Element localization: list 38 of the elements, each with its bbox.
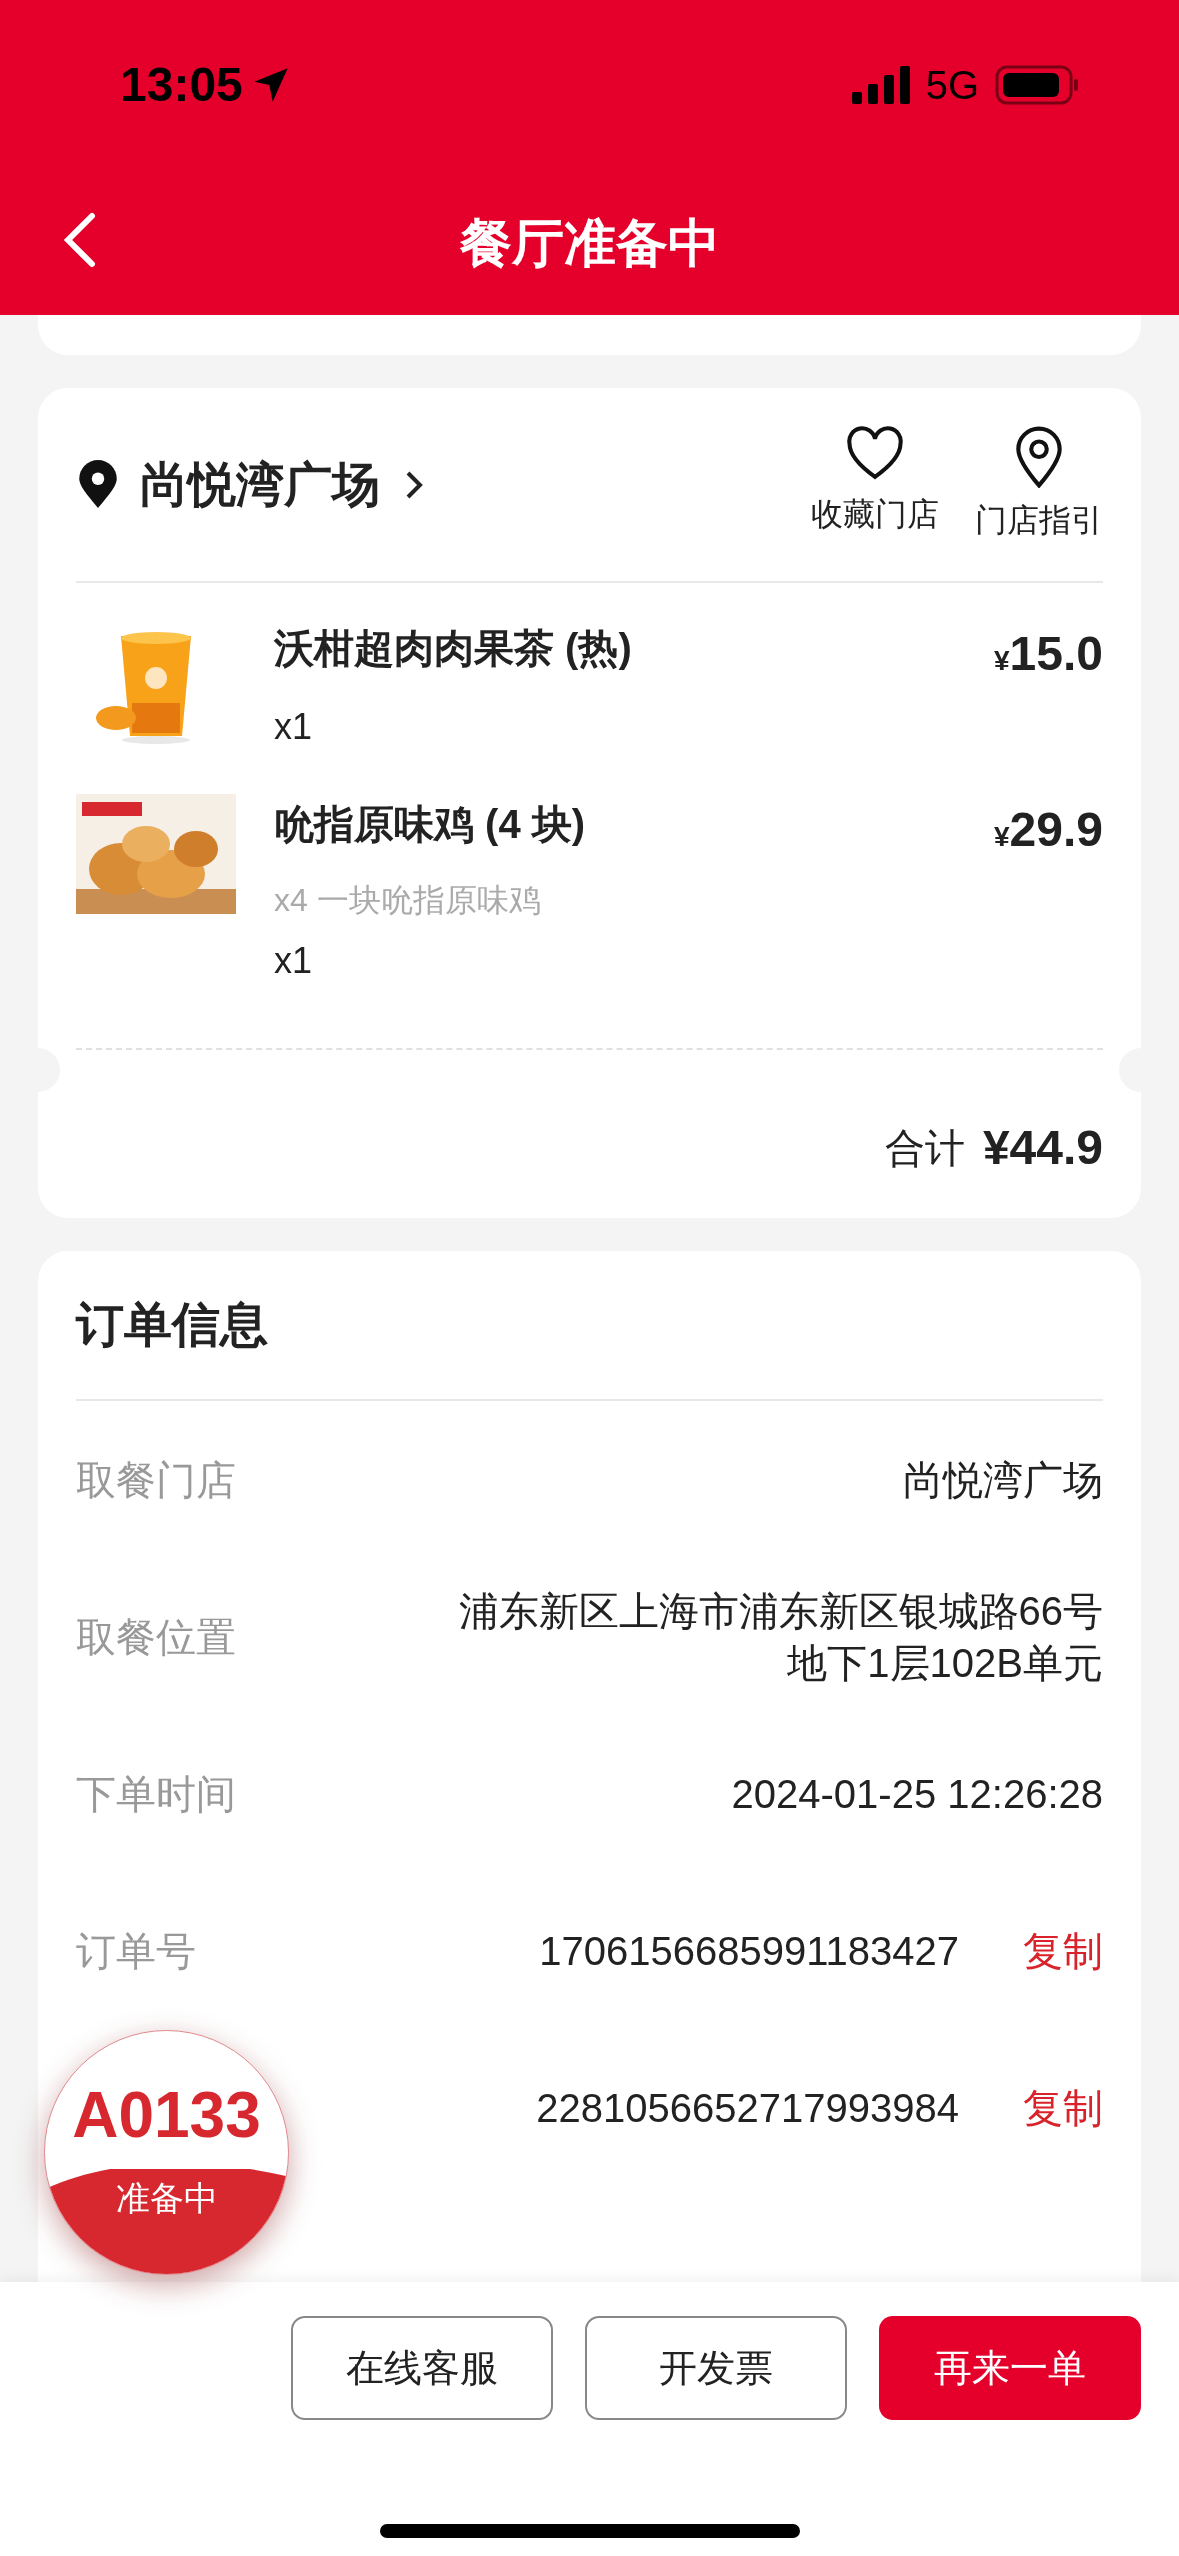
- action-button[interactable]: 开发票: [585, 2316, 847, 2420]
- info-value: 2024-01-25 12:26:28: [731, 1770, 1103, 1818]
- item-quantity: x1: [274, 705, 314, 749]
- battery-icon: [995, 65, 1079, 105]
- location-pin-icon: [76, 459, 120, 510]
- info-value: 2281056652717993984: [536, 2084, 959, 2132]
- total-label: 合计: [884, 1125, 965, 1172]
- page-title: 餐厅准备中: [459, 212, 720, 274]
- item-name: 吮指原味鸡 (4 块): [274, 801, 586, 848]
- info-value: 1706156685991183427: [539, 1927, 959, 1975]
- store-action-button[interactable]: 收藏门店: [811, 425, 939, 544]
- copy-link[interactable]: 复制: [1023, 1920, 1103, 1981]
- currency-sign: ¥: [994, 821, 1010, 854]
- item-options: x4 一块吮指原味鸡: [274, 876, 1103, 924]
- network-label: 5G: [925, 62, 979, 109]
- info-value: 浦东新区上海市浦东新区银城路66号地下1层102B单元: [457, 1587, 1103, 1687]
- action-button[interactable]: 在线客服: [291, 2316, 553, 2420]
- item-price: 15.0: [1009, 626, 1103, 682]
- item-price: 29.9: [1009, 802, 1103, 858]
- section-title: 订单信息: [76, 1297, 268, 1353]
- order-status: 准备中: [115, 2178, 218, 2219]
- signal-icon: [851, 66, 910, 104]
- total-amount: ¥44.9: [982, 1120, 1103, 1176]
- item-quantity: x1: [274, 939, 314, 983]
- info-label: 取餐门店: [76, 1456, 236, 1504]
- info-label: 订单号: [76, 1927, 196, 1975]
- currency-sign: ¥: [994, 645, 1010, 678]
- info-label: 取餐位置: [76, 1613, 236, 1661]
- action-button[interactable]: 再来一单: [879, 2316, 1141, 2420]
- status-time: 13:05: [120, 57, 243, 113]
- store-name-link[interactable]: 尚悦湾广场: [140, 448, 424, 521]
- item-name: 沃柑超肉肉果茶 (热): [274, 625, 632, 672]
- pickup-code: A0133: [72, 2083, 261, 2147]
- copy-link[interactable]: 复制: [1023, 2077, 1103, 2138]
- info-label: 下单时间: [76, 1770, 236, 1818]
- store-action-button[interactable]: 门店指引: [975, 425, 1103, 544]
- info-value: 尚悦湾广场: [903, 1456, 1103, 1504]
- heart-icon: [844, 425, 906, 482]
